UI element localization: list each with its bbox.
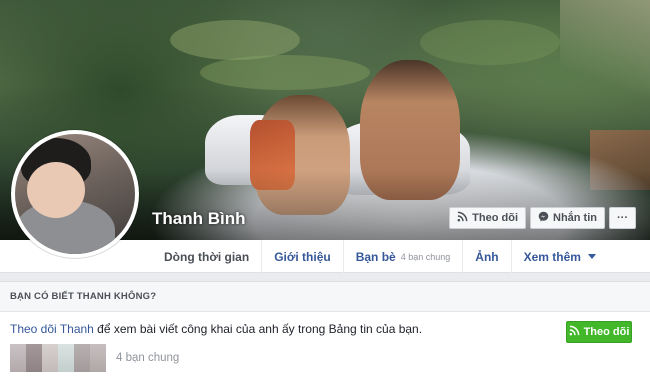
tab-friends-mutual: 4 bạn chung [400,251,451,262]
caret-down-icon [587,254,596,259]
mutual-friend-thumbnails[interactable] [10,344,106,372]
message-label: Nhắn tin [553,212,597,224]
tab-friends-label: Bạn bè [355,249,396,264]
profile-tabs: Dòng thời gian Giới thiệu Bạn bè 4 bạn c… [152,240,608,273]
cover-actions: Theo dõi Nhắn tin ··· [449,207,636,229]
tab-friends[interactable]: Bạn bè 4 bạn chung [342,240,463,273]
friend-thumbnail[interactable] [26,344,42,372]
suggestion-rest: để xem bài viết công khai của anh ấy tro… [93,322,423,336]
card-heading: BẠN CÓ BIẾT THANH KHÔNG? [0,282,650,312]
suggestion-text: Theo dõi Thanh để xem bài viết công khai… [10,322,640,336]
tab-about[interactable]: Giới thiệu [261,240,343,273]
follow-cover-label: Theo dõi [472,212,518,224]
profile-page: Thanh Bình Theo dõi Nhắn tin ··· Dòng th… [0,0,650,385]
follow-button-label: Theo dõi [583,326,630,338]
avatar-image [15,134,135,254]
tab-photos[interactable]: Ảnh [462,240,510,273]
follow-link[interactable]: Theo dõi Thanh [10,322,94,336]
friend-thumbnail[interactable] [10,344,26,372]
tab-more[interactable]: Xem thêm [510,240,608,273]
mutual-count[interactable]: 4 bạn chung [116,352,179,364]
rss-icon [457,211,468,225]
profile-name[interactable]: Thanh Bình [152,209,245,229]
more-options-button[interactable]: ··· [609,207,636,229]
friend-thumbnail[interactable] [90,344,106,372]
rice-terrace [420,20,560,65]
stairs [560,0,650,110]
mutual-friends: 4 bạn chung [10,344,640,372]
rice-terrace [170,20,300,60]
rice-terrace [200,55,370,90]
rss-icon [569,325,580,339]
more-icon: ··· [617,212,628,224]
avatar-face [27,162,85,218]
message-button[interactable]: Nhắn tin [530,207,605,229]
tab-timeline[interactable]: Dòng thời gian [152,240,261,273]
tab-photos-label: Ảnh [475,249,499,264]
messenger-icon [538,211,549,225]
friend-thumbnail[interactable] [58,344,74,372]
friend-thumbnail[interactable] [74,344,90,372]
tab-timeline-label: Dòng thời gian [164,249,250,264]
follow-cover-button[interactable]: Theo dõi [449,207,526,229]
follow-suggestion-card: BẠN CÓ BIẾT THANH KHÔNG? Theo dõi Thanh … [0,281,650,385]
card-body: Theo dõi Thanh để xem bài viết công khai… [0,312,650,382]
tab-more-label: Xem thêm [523,249,581,264]
friend-thumbnail[interactable] [42,344,58,372]
avatar[interactable] [11,130,139,258]
tab-about-label: Giới thiệu [274,249,331,264]
follow-button[interactable]: Theo dõi [566,321,632,343]
